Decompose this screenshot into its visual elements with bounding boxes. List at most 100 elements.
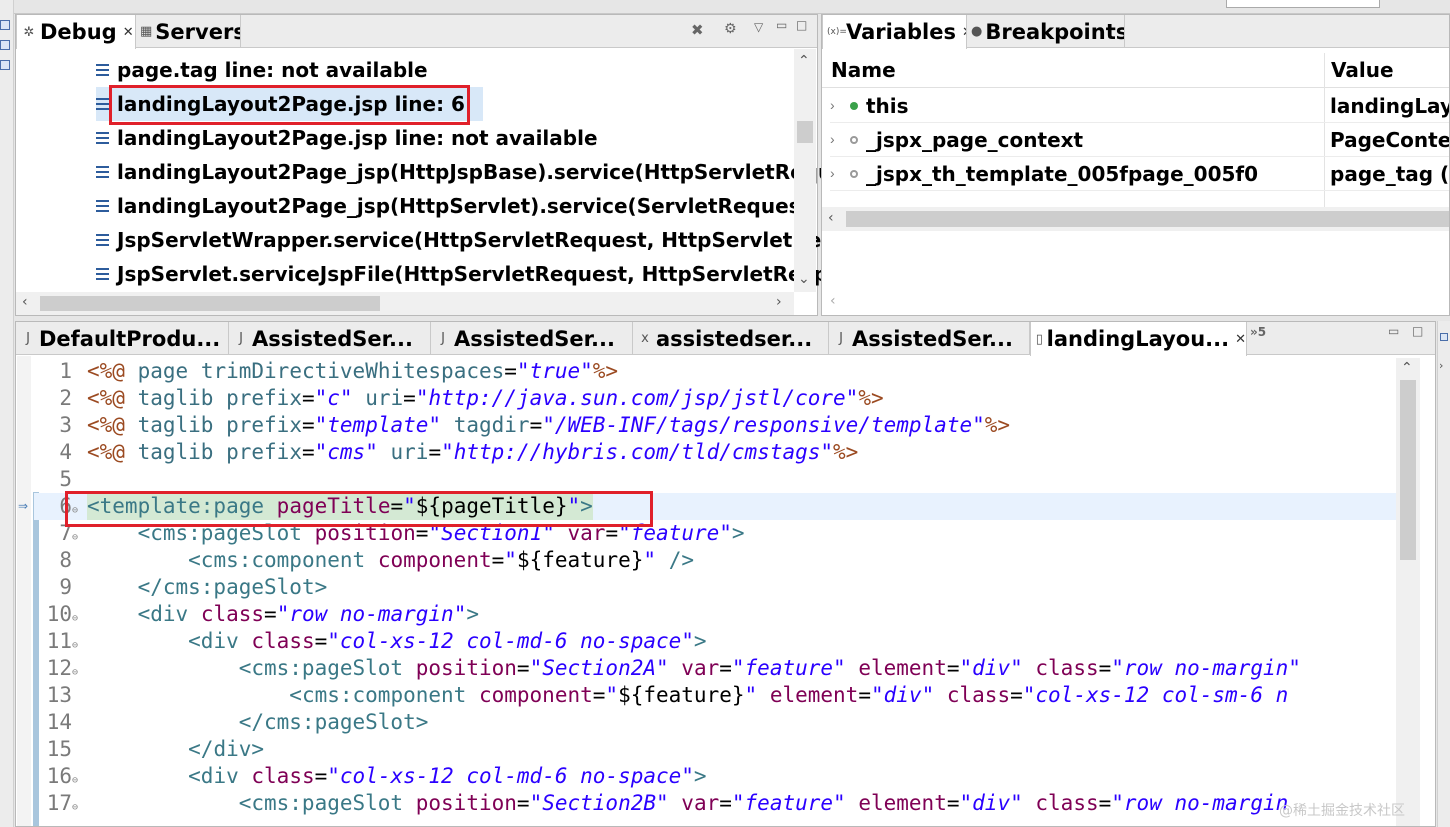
code-line: 12 ⊖ <cms:pageSlot position="Section2A" v…: [34, 655, 1414, 682]
breakpoint-icon: ●: [971, 24, 983, 39]
scroll-right-icon[interactable]: ›: [776, 294, 782, 310]
watermark: @稀土掘金技术社区: [1279, 803, 1405, 819]
stack-frame[interactable]: landingLayout2Page.jsp line: not availab…: [96, 121, 598, 155]
stack-frame-label: JspServletWrapper.service(HttpServletReq…: [117, 228, 848, 252]
code-line: 11 ⊖ <div class="col-xs-12 col-md-6 no-sp…: [34, 628, 1364, 655]
tab-overflow-indicator[interactable]: »5: [1250, 325, 1266, 339]
line-number: 11: [46, 629, 72, 653]
code-text: </div>: [188, 737, 265, 761]
tab-debug[interactable]: ✲ Debug ✕: [16, 15, 136, 49]
column-value-header[interactable]: Value: [1331, 58, 1394, 82]
debug-tabbar: ✲ Debug ✕ ▦ Servers ✖ ⚙ ▽ ▭ □: [16, 15, 817, 49]
quick-access-field[interactable]: [1226, 0, 1380, 8]
code-line: 4 <%@ taglib prefix="cms" uri="http://hyb…: [34, 439, 1364, 466]
collapse-icon[interactable]: ›: [1439, 359, 1443, 372]
debug-vertical-scrollbar[interactable]: ⌃ ⌄: [794, 49, 816, 292]
variable-row[interactable]: › this landingLaye: [830, 89, 1449, 123]
tab-breakpoints[interactable]: ● Breakpoints: [967, 15, 1125, 48]
expand-icon[interactable]: ›: [830, 165, 835, 181]
outline-icon[interactable]: [1440, 333, 1448, 341]
scroll-down-icon[interactable]: ⌄: [798, 271, 810, 287]
variable-value: landingLaye: [1330, 94, 1449, 118]
line-number: 1: [59, 359, 72, 383]
scroll-up-icon[interactable]: ⌃: [798, 53, 810, 69]
maximize-icon[interactable]: □: [1412, 324, 1423, 338]
scroll-left-icon[interactable]: ‹: [22, 294, 28, 310]
scroll-thumb[interactable]: [797, 121, 813, 143]
editor-tab[interactable]: J AssistedSer...: [229, 322, 431, 355]
servers-icon: ▦: [140, 24, 153, 39]
code-line: 3 <%@ taglib prefix="template" tagdir="/W…: [34, 412, 1364, 439]
editor-tab-active[interactable]: ▯ landingLayou... ✕: [1030, 322, 1247, 356]
code-text: <%@ taglib prefix="cms" uri="http://hybr…: [87, 440, 859, 464]
stack-frame-label: landingLayout2Page.jsp line: not availab…: [117, 126, 598, 150]
line-number: 4: [59, 440, 72, 464]
remove-terminated-icon[interactable]: ✖: [691, 21, 704, 39]
tab-servers[interactable]: ▦ Servers: [136, 15, 241, 48]
line-number: 5: [59, 467, 72, 491]
stack-frame-label: JspServlet.serviceJspFile(HttpServletReq…: [117, 262, 842, 286]
editor-tab-label: AssistedSer...: [454, 326, 615, 351]
code-line: 15 </div>: [34, 736, 1364, 763]
highlight-box: [109, 85, 470, 125]
fold-icon[interactable]: ⊖: [72, 794, 78, 821]
tab-debug-label: Debug: [40, 20, 117, 44]
code-line: 9 </cms:pageSlot>: [34, 574, 1364, 601]
scroll-left-icon[interactable]: ‹: [830, 293, 836, 309]
variable-value: page_tag (i: [1330, 162, 1450, 186]
maximize-icon[interactable]: □: [796, 18, 807, 32]
variable-row[interactable]: › _jspx_th_template_005fpage_005f0 page_…: [830, 157, 1449, 191]
breakpoint-view-icon[interactable]: [0, 40, 10, 50]
debug-horizontal-scrollbar[interactable]: ‹ ›: [16, 292, 794, 315]
scroll-up-icon[interactable]: ⌃: [1401, 360, 1413, 376]
java-file-icon: J: [441, 331, 445, 346]
scroll-thumb[interactable]: [40, 296, 380, 311]
code-text: <%@ page trimDirectiveWhitespaces="true"…: [87, 359, 619, 383]
scroll-thumb[interactable]: [1400, 380, 1416, 560]
line-number: 15: [46, 737, 72, 761]
variables-horizontal-scrollbar[interactable]: ‹: [822, 207, 1449, 231]
stack-frame[interactable]: JspServletWrapper.service(HttpServletReq…: [96, 223, 848, 257]
expand-icon[interactable]: ›: [830, 131, 835, 147]
local-variable-icon: [850, 170, 858, 178]
tab-variables-label: Variables: [846, 20, 956, 44]
stack-frame[interactable]: page.tag line: not available: [96, 53, 428, 87]
stack-frame[interactable]: landingLayout2Page_jsp(HttpJspBase).serv…: [96, 155, 832, 189]
variables-panel: (x)= Variables ✕ ● Breakpoints Name Valu…: [821, 14, 1450, 316]
editor-tab[interactable]: J AssistedSer...: [431, 322, 633, 355]
code-area[interactable]: 1 <%@ page trimDirectiveWhitespaces="true…: [34, 358, 1414, 826]
minimize-icon[interactable]: ▭: [776, 18, 787, 32]
minimize-icon[interactable]: ▭: [1388, 324, 1399, 338]
tab-breakpoints-label: Breakpoints: [985, 19, 1125, 44]
launch-icon[interactable]: ⚙: [724, 21, 737, 37]
line-number: 13: [46, 683, 72, 707]
editor-tab[interactable]: x assistedser...: [633, 322, 829, 355]
editor-vertical-scrollbar[interactable]: ⌃: [1396, 358, 1420, 826]
variables-icon: (x)=: [827, 27, 847, 37]
variable-row[interactable]: › _jspx_page_context PageContex: [830, 123, 1449, 157]
variables-header: Name Value: [822, 53, 1449, 213]
close-icon[interactable]: ✕: [1235, 332, 1246, 347]
scroll-left-icon[interactable]: ‹: [828, 210, 834, 226]
editor-tab-label: AssistedSer...: [852, 326, 1013, 351]
debug-panel: ✲ Debug ✕ ▦ Servers ✖ ⚙ ▽ ▭ □ page.tag l…: [15, 14, 853, 316]
stack-frame[interactable]: landingLayout2Page_jsp(HttpServlet).serv…: [96, 189, 853, 223]
column-name-header[interactable]: Name: [831, 58, 896, 82]
expand-icon[interactable]: ›: [830, 97, 835, 113]
debug-view-icon[interactable]: [0, 20, 10, 30]
outline-view-icon[interactable]: [0, 60, 10, 70]
scroll-thumb[interactable]: [846, 211, 1449, 227]
editor-tab[interactable]: J AssistedSer...: [829, 322, 1030, 355]
close-icon[interactable]: ✕: [123, 25, 134, 40]
variables-tabbar: (x)= Variables ✕ ● Breakpoints: [822, 15, 1449, 49]
view-menu-icon[interactable]: ▽: [754, 20, 763, 34]
jsp-file-icon: ▯: [1035, 331, 1043, 347]
editor-tab[interactable]: J DefaultProdu...: [16, 322, 229, 355]
stack-frame[interactable]: JspServlet.serviceJspFile(HttpServletReq…: [96, 257, 842, 291]
bug-icon: ✲: [23, 24, 35, 40]
tab-variables[interactable]: (x)= Variables ✕: [822, 15, 967, 49]
editor-panel: J DefaultProdu... J AssistedSer... J Ass…: [15, 321, 1436, 827]
line-number: 14: [46, 710, 72, 734]
editor-tab-label: AssistedSer...: [252, 326, 413, 351]
code-text: <div class="col-xs-12 col-md-6 no-space"…: [188, 629, 707, 653]
